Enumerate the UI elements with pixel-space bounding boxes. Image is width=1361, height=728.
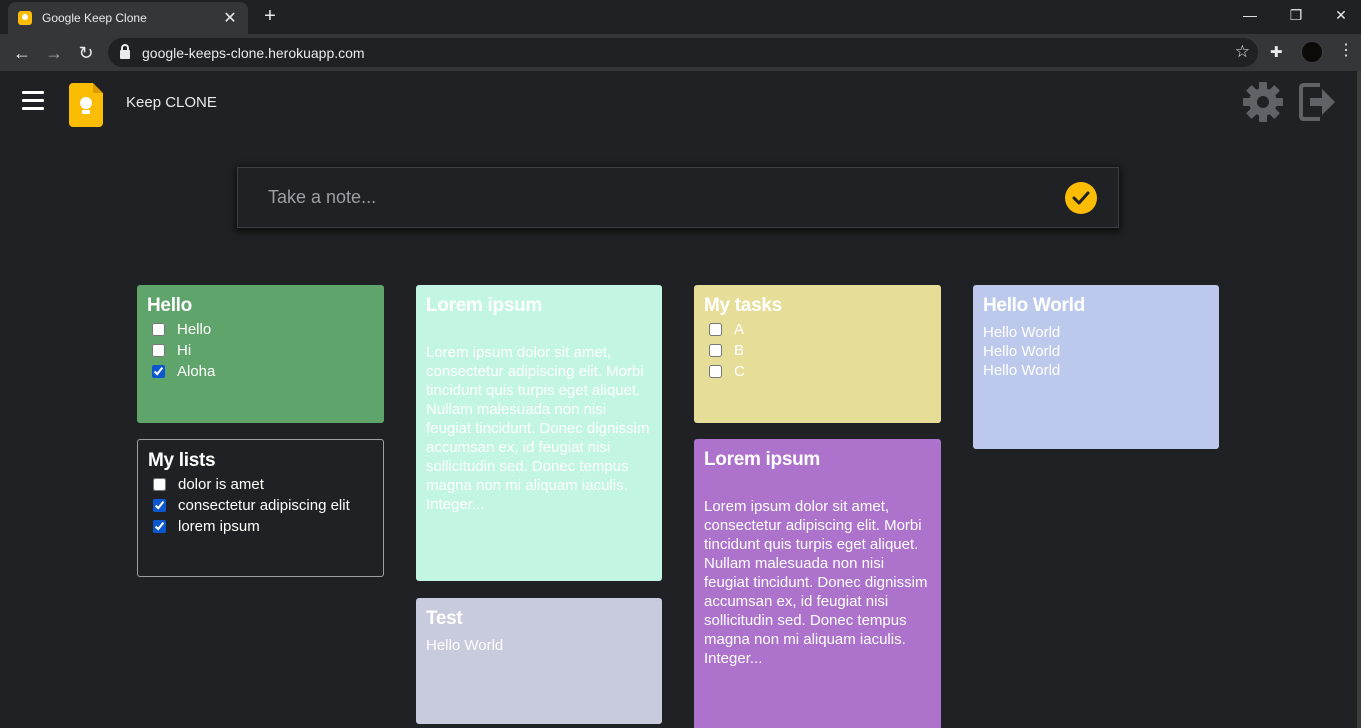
close-window-button[interactable]: ✕ <box>1318 0 1361 30</box>
checklist-item-label: B <box>734 342 745 359</box>
checklist-checkbox[interactable] <box>152 344 165 357</box>
note-title: Test <box>426 608 463 629</box>
address-bar[interactable]: google-keeps-clone.herokuapp.com ☆ <box>108 38 1258 67</box>
take-note-input[interactable] <box>238 187 1065 208</box>
checklist-item: dolor is amet <box>148 474 373 495</box>
checklist-item: B <box>704 340 931 361</box>
checklist-checkbox[interactable] <box>709 365 722 378</box>
forward-icon[interactable]: → <box>42 41 66 65</box>
tab-title: Google Keep Clone <box>42 11 147 25</box>
back-icon[interactable]: ← <box>10 41 34 65</box>
checklist-checkbox[interactable] <box>153 499 166 512</box>
gear-icon[interactable] <box>1242 81 1284 123</box>
note-title: My lists <box>148 450 216 471</box>
note-body: Hello World <box>426 637 504 654</box>
note-title: Lorem ipsum <box>426 295 542 316</box>
note-checklist: dolor is amet consectetur adipiscing elit… <box>148 474 373 537</box>
logout-icon[interactable] <box>1298 81 1336 123</box>
note-checklist: ABC <box>704 319 931 382</box>
checklist-item-label: Aloha <box>177 363 216 380</box>
browser-tabstrip: Google Keep Clone ✕ + — ❐ ✕ <box>0 0 1361 34</box>
checklist-item: consectetur adipiscing elit <box>148 495 373 516</box>
app-viewport: Keep CLONE Take a note... Hello Hello Hi… <box>0 71 1357 728</box>
browser-toolbar: ← → ↻ google-keeps-clone.herokuapp.com ☆ <box>0 34 1361 71</box>
app-header: Keep CLONE <box>0 71 1357 135</box>
menu-icon[interactable] <box>22 91 44 111</box>
note-card-lorem-ipsum[interactable]: Lorem ipsum Lorem ipsum dolor sit amet, … <box>416 285 662 581</box>
note-card-my-tasks[interactable]: My tasks ABC <box>694 285 941 423</box>
extensions-icon[interactable]: ✚ <box>1270 43 1283 61</box>
tab-close-icon[interactable]: ✕ <box>222 8 238 28</box>
checklist-item-label: A <box>734 321 745 338</box>
checklist-item: C <box>704 361 931 382</box>
submit-check-icon[interactable] <box>1065 181 1097 214</box>
note-card-hello-world[interactable]: Hello World Hello World Hello World Hell… <box>973 285 1219 449</box>
new-tab-button[interactable]: + <box>258 5 282 28</box>
minimize-button[interactable]: — <box>1227 0 1273 30</box>
note-title: My tasks <box>704 295 782 316</box>
checklist-checkbox[interactable] <box>152 365 165 378</box>
note-card-test[interactable]: Test Hello World <box>416 598 662 724</box>
note-title: Lorem ipsum <box>704 449 820 470</box>
note-title: Hello World <box>983 295 1085 316</box>
checklist-item-label: lorem ipsum <box>178 518 260 535</box>
checklist-checkbox[interactable] <box>152 323 165 336</box>
checklist-item: A <box>704 319 931 340</box>
bookmark-star-icon[interactable]: ☆ <box>1235 42 1250 62</box>
url-text: google-keeps-clone.herokuapp.com <box>142 44 365 61</box>
note-card-lorem-ipsum-purple[interactable]: Lorem ipsum Lorem ipsum dolor sit amet, … <box>694 439 941 728</box>
browser-menu-icon[interactable]: ⋮ <box>1338 40 1354 60</box>
note-title: Hello <box>147 295 192 316</box>
note-body: Lorem ipsum dolor sit amet, consectetur … <box>426 344 650 513</box>
app-title: Keep CLONE <box>126 94 217 111</box>
restore-button[interactable]: ❐ <box>1273 0 1319 30</box>
checklist-item: Hi <box>147 340 374 361</box>
note-card-my-lists[interactable]: My lists dolor is amet consectetur adipis… <box>137 439 384 577</box>
browser-tab[interactable]: Google Keep Clone ✕ <box>8 2 248 34</box>
checklist-item: Hello <box>147 319 374 340</box>
note-body: Lorem ipsum dolor sit amet, consectetur … <box>704 498 928 667</box>
checklist-checkbox[interactable] <box>709 344 722 357</box>
keep-favicon-icon <box>18 11 32 25</box>
checklist-item-label: dolor is amet <box>178 476 264 493</box>
reload-icon[interactable]: ↻ <box>74 41 98 65</box>
checklist-item: Aloha <box>147 361 374 382</box>
checklist-checkbox[interactable] <box>153 478 166 491</box>
checklist-item-label: Hello <box>177 321 212 338</box>
page-scrollbar[interactable] <box>1357 71 1361 728</box>
profile-avatar[interactable] <box>1301 41 1323 63</box>
checklist-item-label: Hi <box>177 342 192 359</box>
note-body: Hello World Hello World Hello World <box>983 324 1061 379</box>
note-card-hello[interactable]: Hello Hello Hi Aloha <box>137 285 384 423</box>
checklist-item-label: C <box>734 363 745 380</box>
checklist-checkbox[interactable] <box>709 323 722 336</box>
checklist-item: lorem ipsum <box>148 516 373 537</box>
note-checklist: Hello Hi Aloha <box>147 319 374 382</box>
checklist-item-label: consectetur adipiscing elit <box>178 497 350 514</box>
checklist-checkbox[interactable] <box>153 520 166 533</box>
note-input-box <box>237 167 1119 228</box>
keep-logo-icon <box>69 83 103 127</box>
lock-icon <box>120 44 130 59</box>
